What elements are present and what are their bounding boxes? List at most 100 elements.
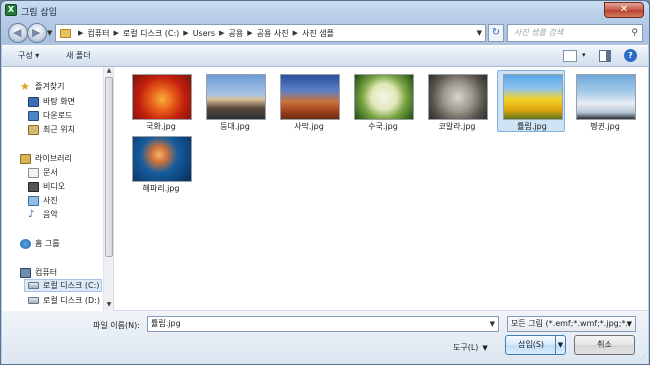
sidebar-item-downloads[interactable]: 다운로드 (28, 109, 72, 122)
breadcrumb-local-disk-c[interactable]: 로컬 디스크 (C:) (123, 28, 179, 39)
sidebar-item-label: 즐겨찾기 (35, 82, 65, 91)
breadcrumb-computer[interactable]: 컴퓨터 (87, 28, 109, 39)
organize-button[interactable]: 구성 ▾ (18, 50, 39, 61)
sidebar-item-libraries[interactable]: 라이브러리 (20, 152, 72, 165)
address-bar[interactable]: ▶ 컴퓨터 ▶ 로컬 디스크 (C:) ▶ Users ▶ 공용 ▶ 공용 사진… (55, 24, 486, 42)
sidebar-item-homegroup[interactable]: 홈 그룹 (20, 237, 60, 250)
desktop-icon (28, 96, 39, 107)
breadcrumb-separator-icon[interactable]: ▶ (219, 29, 224, 37)
hydrangeas-thumbnail (354, 74, 414, 120)
file-item-penguins[interactable]: 펭귄.jpg (571, 71, 639, 133)
navigation-pane-scrollbar[interactable]: ▲ ▼ (103, 67, 113, 311)
insert-button[interactable]: 삽입(S) ▼ (505, 335, 566, 355)
file-name-dropdown-icon[interactable]: ▼ (490, 317, 495, 331)
drive-icon (28, 297, 39, 304)
file-item-lighthouse[interactable]: 등대.jpg (201, 71, 269, 133)
tools-button[interactable]: 도구(L) ▼ (453, 342, 488, 353)
file-name-label: 파일 이름(N): (93, 321, 140, 330)
file-type-select[interactable]: 모든 그림 (*.emf;*.wmf;*.jpg;*. ▼ (507, 316, 636, 332)
scrollbar-thumb[interactable] (105, 77, 113, 257)
chrysanthemum-thumbnail (132, 74, 192, 120)
sidebar-item-pictures[interactable]: 사진 (28, 194, 58, 207)
refresh-button[interactable]: ↻ (488, 24, 504, 42)
desert-thumbnail (280, 74, 340, 120)
file-item-chrysanthemum[interactable]: 국화.jpg (127, 71, 195, 133)
libraries-icon (20, 153, 31, 164)
breadcrumb-public[interactable]: 공용 (228, 28, 243, 39)
title-bar: X 그림 삽입 ✕ (1, 1, 649, 21)
scroll-down-arrow-icon[interactable]: ▼ (104, 301, 114, 311)
file-type-dropdown-icon[interactable]: ▼ (627, 317, 632, 331)
folder-icon (60, 28, 71, 38)
navigation-bar: ◀ ▶ ▼ ▶ 컴퓨터 ▶ 로컬 디스크 (C:) ▶ Users ▶ 공용 ▶… (1, 21, 649, 45)
homegroup-icon (20, 238, 31, 249)
sidebar-item-label: 로컬 디스크 (C:) (43, 281, 100, 290)
sidebar-item-recent-places[interactable]: 최근 위치 (28, 123, 75, 136)
documents-icon (28, 167, 39, 178)
breadcrumb-sample-pictures[interactable]: 사진 샘플 (302, 28, 334, 39)
file-item-hydrangeas[interactable]: 수국.jpg (349, 71, 417, 133)
sidebar-item-videos[interactable]: 비디오 (28, 180, 65, 193)
sidebar-item-local-disk-d[interactable]: 로컬 디스크 (D:) (28, 294, 100, 307)
file-item-jellyfish[interactable]: 해파리.jpg (127, 133, 195, 195)
sidebar-item-documents[interactable]: 문서 (28, 166, 58, 179)
lighthouse-thumbnail (206, 74, 266, 120)
sidebar-item-desktop[interactable]: 바탕 화면 (28, 95, 75, 108)
drive-icon (28, 282, 39, 289)
breadcrumb-separator-icon[interactable]: ▶ (113, 29, 118, 37)
help-icon[interactable]: ? (624, 49, 637, 62)
cancel-button[interactable]: 취소 (574, 335, 635, 355)
view-options-dropdown-icon[interactable]: ▾ (582, 51, 586, 59)
music-icon: ♪ (28, 208, 35, 220)
excel-app-icon: X (5, 4, 17, 16)
computer-icon (20, 267, 31, 278)
file-list: 국화.jpg 등대.jpg 사막.jpg 수국.jpg 코알라.jpg 튤립.j… (115, 67, 648, 311)
file-item-koala[interactable]: 코알라.jpg (423, 71, 491, 133)
back-button[interactable]: ◀ (8, 23, 28, 43)
forward-button[interactable]: ▶ (27, 23, 47, 43)
file-name-field[interactable]: 튤립.jpg ▼ (147, 316, 499, 332)
file-name: 해파리.jpg (142, 184, 180, 193)
sidebar-item-local-disk-c[interactable]: 로컬 디스크 (C:) (24, 279, 102, 292)
navigation-pane: ★ 즐겨찾기 바탕 화면 다운로드 최근 위치 라이브러리 문서 비디오 사진 … (2, 67, 114, 311)
file-name: 사막.jpg (294, 122, 324, 131)
resize-grip-icon[interactable]: ⋰ (639, 354, 646, 362)
penguins-thumbnail (576, 74, 636, 120)
file-item-desert[interactable]: 사막.jpg (275, 71, 343, 133)
sidebar-item-music[interactable]: ♪ 음악 (28, 208, 58, 221)
search-icon[interactable]: ⚲ (631, 25, 638, 41)
new-folder-button[interactable]: 새 폴더 (66, 50, 91, 61)
sidebar-item-label: 문서 (43, 168, 58, 177)
close-button[interactable]: ✕ (604, 2, 644, 18)
change-view-icon[interactable] (563, 50, 577, 62)
file-item-tulips[interactable]: 튤립.jpg (497, 70, 565, 132)
breadcrumb-public-pictures[interactable]: 공용 사진 (257, 28, 289, 39)
sidebar-item-favorites[interactable]: ★ 즐겨찾기 (20, 80, 64, 93)
sidebar-item-label: 사진 (43, 196, 58, 205)
file-name: 등대.jpg (220, 122, 250, 131)
sidebar-item-computer[interactable]: 컴퓨터 (20, 266, 57, 279)
tools-label: 도구(L) (453, 343, 479, 352)
downloads-icon (28, 110, 39, 121)
insert-options-dropdown-icon[interactable]: ▼ (555, 336, 565, 354)
insert-picture-dialog: X 그림 삽입 ✕ ◀ ▶ ▼ ▶ 컴퓨터 ▶ 로컬 디스크 (C:) ▶ Us… (0, 0, 650, 365)
file-name: 수국.jpg (368, 122, 398, 131)
address-dropdown-icon[interactable]: ▼ (477, 29, 482, 37)
tulips-thumbnail (503, 74, 563, 120)
breadcrumb-separator-icon[interactable]: ▶ (293, 29, 298, 37)
koala-thumbnail (428, 74, 488, 120)
breadcrumb-separator-icon[interactable]: ▶ (183, 29, 188, 37)
search-input[interactable]: 사진 샘플 검색 ⚲ (507, 24, 643, 42)
breadcrumb-separator-icon[interactable]: ▶ (78, 29, 83, 37)
sidebar-item-label: 홈 그룹 (35, 239, 60, 248)
breadcrumb-users[interactable]: Users (193, 29, 215, 38)
recent-pages-dropdown-icon[interactable]: ▼ (47, 29, 52, 37)
sidebar-item-label: 음악 (43, 210, 58, 219)
sidebar-item-label: 컴퓨터 (35, 268, 58, 277)
scroll-up-arrow-icon[interactable]: ▲ (104, 67, 114, 77)
preview-pane-icon[interactable] (599, 50, 611, 62)
videos-icon (28, 181, 39, 192)
file-name: 튤립.jpg (517, 122, 547, 131)
sidebar-item-label: 다운로드 (43, 111, 73, 120)
breadcrumb-separator-icon[interactable]: ▶ (247, 29, 252, 37)
